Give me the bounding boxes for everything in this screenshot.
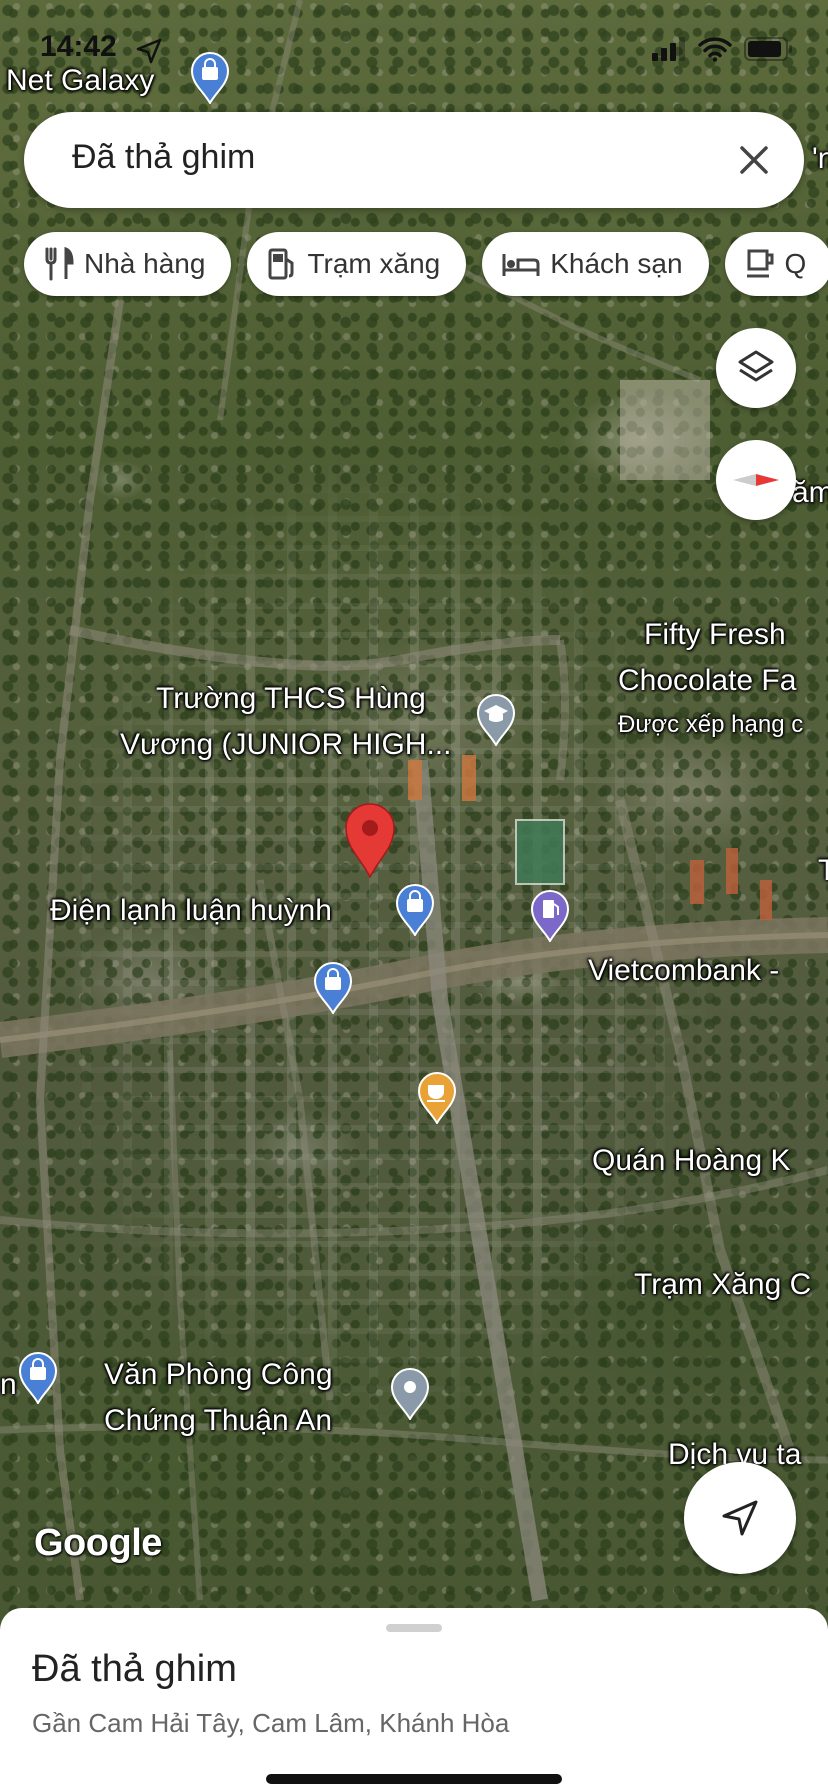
shopping-bag-pin-icon[interactable]	[395, 884, 435, 936]
chip-label: Nhà hàng	[84, 248, 206, 279]
dropped-pin-icon[interactable]	[344, 802, 396, 878]
map-label-chocolate[interactable]: Chocolate Fa	[618, 658, 796, 704]
map-label-edge-n: n	[0, 1368, 17, 1401]
navigation-arrow-icon	[722, 1500, 758, 1536]
map-label-school-line1[interactable]: Trường THCS Hùng	[156, 676, 426, 722]
map-label-vietcombank[interactable]: Vietcombank -	[588, 948, 779, 994]
layers-button[interactable]	[716, 328, 796, 408]
search-bar[interactable]: Đã thả ghim	[24, 112, 804, 208]
status-bar: 14:42	[0, 28, 828, 72]
wifi-icon	[698, 37, 732, 62]
fork-knife-icon	[45, 247, 74, 281]
map-label-dien-lanh[interactable]: Điện lạnh luận huỳnh	[50, 888, 332, 934]
chip-gas-stations[interactable]: Trạm xăng	[247, 232, 467, 296]
my-location-button[interactable]	[684, 1462, 796, 1574]
chip-label: Trạm xăng	[307, 248, 441, 279]
bed-icon	[502, 254, 540, 276]
map-label-tram-xang[interactable]: Trạm Xăng C	[634, 1262, 811, 1308]
category-chips: Nhà hàng Trạm xăng Khách sạn Q	[24, 232, 828, 296]
home-indicator[interactable]	[266, 1774, 562, 1784]
compass-button[interactable]	[716, 440, 796, 520]
shopping-bag-pin-icon[interactable]	[313, 962, 353, 1014]
chip-label: Q	[784, 248, 807, 279]
map-label-fifty-fresh[interactable]: Fifty Fresh	[644, 612, 786, 658]
chip-restaurants[interactable]: Nhà hàng	[24, 232, 232, 296]
status-time: 14:42	[40, 30, 117, 63]
location-arrow-icon	[136, 38, 162, 64]
place-address: Gần Cam Hải Tây, Cam Lâm, Khánh Hòa	[32, 1708, 510, 1738]
sheet-drag-handle[interactable]	[386, 1624, 442, 1632]
google-attribution: Google	[34, 1522, 162, 1564]
map-label-van-phong-line1[interactable]: Văn Phòng Công	[104, 1352, 333, 1398]
generic-place-pin-icon[interactable]	[390, 1368, 430, 1420]
coffee-cup-pin-icon[interactable]	[417, 1072, 457, 1124]
layers-icon	[738, 350, 774, 382]
battery-icon	[744, 37, 792, 61]
chip-coffee[interactable]: Q	[724, 232, 828, 296]
map-label-fifty-rating: Được xếp hạng c	[618, 711, 804, 738]
map-label-edge-t: T	[818, 854, 828, 887]
map-label-quan-hoang[interactable]: Quán Hoàng K	[592, 1138, 790, 1184]
map-label-van-phong-line2[interactable]: Chứng Thuận An	[104, 1398, 332, 1444]
search-input[interactable]: Đã thả ghim	[72, 138, 255, 177]
chip-hotels[interactable]: Khách sạn	[482, 232, 709, 296]
close-icon[interactable]	[732, 138, 776, 182]
cellular-signal-icon	[652, 37, 685, 61]
gas-station-pin-icon[interactable]	[530, 890, 570, 942]
place-bottom-sheet[interactable]: Đã thả ghim Gần Cam Hải Tây, Cam Lâm, Kh…	[0, 1608, 828, 1792]
chip-label: Khách sạn	[550, 248, 683, 279]
graduation-cap-pin-icon[interactable]	[476, 694, 516, 746]
place-title: Đã thả ghim	[32, 1648, 237, 1690]
map-label-school-line2[interactable]: Vương (JUNIOR HIGH...	[120, 722, 451, 768]
coffee-cup-icon	[746, 249, 774, 278]
map-label-edge-am: ăm	[792, 476, 828, 509]
compass-icon	[733, 474, 779, 486]
map-label-edge: 'n	[812, 142, 828, 175]
gas-pump-icon	[268, 248, 294, 280]
shopping-bag-pin-icon[interactable]	[18, 1352, 58, 1404]
